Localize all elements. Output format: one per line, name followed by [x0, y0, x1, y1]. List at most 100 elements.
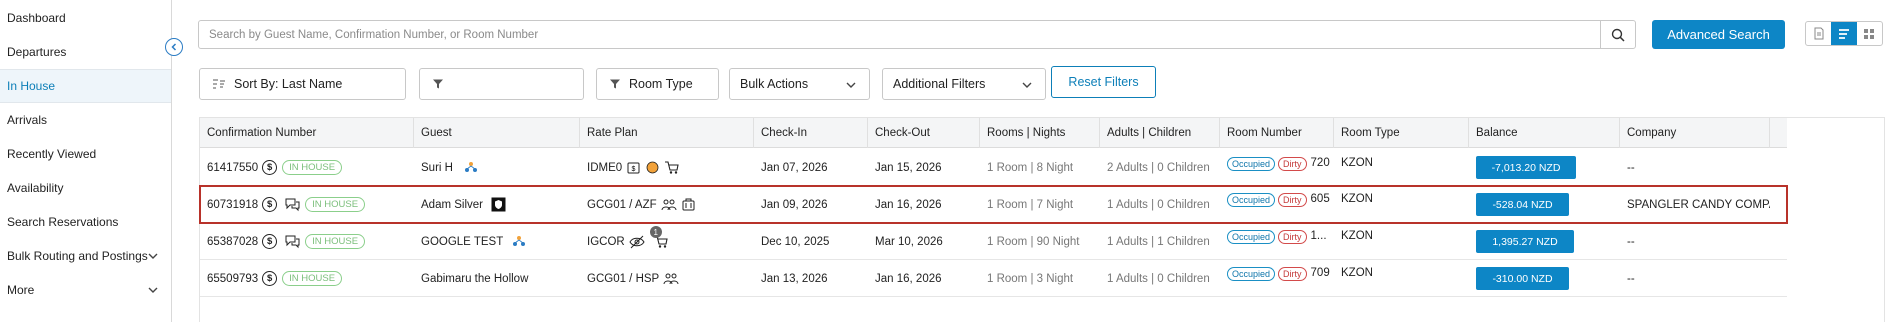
hidden-icon — [629, 235, 645, 248]
guest-name[interactable]: Suri H — [421, 162, 453, 174]
rate-plan-cell: GCG01 / AZF — [580, 186, 754, 223]
confirmation-cell: 65509793 $ IN HOUSE — [200, 260, 414, 297]
sort-label: Sort By: Last Name — [234, 77, 343, 91]
sidebar-item-label: In House — [7, 79, 56, 93]
company-cell: -- — [1627, 272, 1635, 285]
sidebar-item-availability[interactable]: Availability — [0, 171, 171, 205]
balance-badge[interactable]: -528.04 NZD — [1476, 193, 1569, 216]
adults-children-cell: 1 Adults | 0 Children — [1107, 272, 1210, 285]
rate-plan: IDME0 — [587, 161, 623, 174]
room-type-filter[interactable]: Room Type — [596, 68, 719, 100]
message-icon — [285, 198, 300, 211]
rooms-nights-cell: 1 Room | 3 Night — [987, 272, 1074, 285]
confirmation-number[interactable]: 61417550 — [207, 162, 258, 174]
room-type-cell: KZON — [1341, 230, 1373, 242]
filter-icon — [433, 79, 443, 89]
header-balance[interactable]: Balance — [1469, 118, 1620, 148]
sidebar-item-label: Availability — [7, 181, 64, 195]
sidebar-item-label: More — [7, 283, 35, 297]
status-badge: IN HOUSE — [305, 197, 366, 212]
cart-icon — [665, 161, 679, 174]
guest-name[interactable]: Gabimaru the Hollow — [421, 273, 528, 285]
sidebar-item-arrivals[interactable]: Arrivals — [0, 103, 171, 137]
rooms-nights-cell: 1 Room | 7 Night — [987, 198, 1074, 211]
room-number-cell: Occupied Dirty 720 — [1220, 149, 1334, 186]
sidebar-item-dashboard[interactable]: Dashboard — [0, 1, 171, 35]
sidebar-item-search-reservations[interactable]: Search Reservations — [0, 205, 171, 239]
balance-cell: 1,395.27 NZD — [1469, 223, 1620, 260]
search-button[interactable] — [1601, 21, 1635, 48]
guest-cell: Suri H — [414, 149, 580, 186]
grid-view-button[interactable] — [1857, 22, 1882, 45]
rate-plan-cell: IDME0 $ — [580, 149, 754, 186]
confirmation-cell: 60731918 $ IN HOUSE — [200, 186, 414, 223]
confirmation-number[interactable]: 65509793 — [207, 273, 258, 285]
table-row[interactable]: 65509793 $ IN HOUSE Gabimaru the Hollow … — [200, 260, 1787, 297]
rate-plan: GCG01 / HSP — [587, 272, 660, 285]
room-type-label: Room Type — [629, 77, 693, 91]
room-number: 1... — [1310, 230, 1327, 242]
sidebar-item-label: Dashboard — [7, 11, 66, 25]
header-check-out[interactable]: Check-Out — [868, 118, 980, 148]
confirmation-number[interactable]: 65387028 — [207, 236, 258, 248]
balance-badge[interactable]: -310.00 NZD — [1476, 267, 1569, 290]
list-view-button[interactable] — [1831, 22, 1857, 45]
header-room-type[interactable]: Room Type — [1334, 118, 1469, 148]
luggage-icon — [682, 198, 695, 211]
sidebar-item-label: Bulk Routing and Postings — [7, 249, 148, 263]
occupied-badge: Occupied — [1227, 157, 1276, 171]
sidebar-item-label: Departures — [7, 45, 67, 59]
rooms-nights-cell: 1 Room | 8 Night — [987, 161, 1074, 174]
svg-text:$: $ — [632, 166, 636, 173]
sidebar-item-departures[interactable]: Departures — [0, 35, 171, 69]
reset-filters-button[interactable]: Reset Filters — [1051, 66, 1156, 98]
confirmation-cell: 61417550 $ IN HOUSE — [200, 149, 414, 186]
table-row[interactable]: 65387028 $ IN HOUSE GOOGLE TEST IGCOR 1 … — [200, 223, 1787, 260]
document-icon — [1814, 27, 1824, 40]
guest-name[interactable]: GOOGLE TEST — [421, 236, 503, 248]
header-company[interactable]: Company — [1620, 118, 1770, 148]
list-view-icon — [1838, 28, 1849, 39]
header-rooms-nights[interactable]: Rooms | Nights — [980, 118, 1100, 148]
message-icon — [285, 235, 300, 248]
header-room-number[interactable]: Room Number — [1220, 118, 1334, 148]
confirmation-number[interactable]: 60731918 — [207, 199, 258, 211]
company-cell: -- — [1627, 161, 1635, 174]
header-guest[interactable]: Guest — [414, 118, 580, 148]
room-number-cell: Occupied Dirty 605 — [1220, 186, 1334, 223]
balance-badge[interactable]: -7,013.20 NZD — [1476, 156, 1576, 179]
header-check-in[interactable]: Check-In — [754, 118, 868, 148]
table-row[interactable]: 61417550 $ IN HOUSE Suri H IDME0 $ Jan 0… — [200, 149, 1787, 186]
dirty-badge: Dirty — [1278, 157, 1307, 171]
guest-name[interactable]: Adam Silver — [421, 199, 483, 211]
document-view-button[interactable] — [1806, 22, 1831, 45]
sidebar-item-recently-viewed[interactable]: Recently Viewed — [0, 137, 171, 171]
sidebar-collapse-button[interactable] — [165, 38, 183, 56]
bulk-actions-select[interactable]: Bulk Actions — [729, 68, 870, 100]
sidebar-item-bulk-routing[interactable]: Bulk Routing and Postings — [0, 239, 171, 273]
table-row-selected[interactable]: 60731918 $ IN HOUSE Adam Silver GCG01 / … — [199, 185, 1788, 224]
people-icon — [661, 199, 677, 210]
chevron-down-icon — [1022, 82, 1032, 88]
header-confirmation[interactable]: Confirmation Number — [200, 118, 414, 148]
filter-input[interactable] — [419, 68, 584, 100]
additional-filters-label: Additional Filters — [893, 77, 986, 91]
room-number-cell: Occupied Dirty 1... — [1220, 223, 1334, 260]
sort-select[interactable]: Sort By: Last Name — [199, 68, 406, 100]
search-input[interactable] — [199, 21, 1600, 48]
header-adults-children[interactable]: Adults | Children — [1100, 118, 1220, 148]
rate-plan: IGCOR — [587, 235, 625, 248]
company-cell: SPANGLER CANDY COMPANY — [1627, 198, 1770, 211]
sidebar-item-more[interactable]: More — [0, 273, 171, 307]
occupied-badge: Occupied — [1227, 230, 1276, 244]
balance-badge[interactable]: 1,395.27 NZD — [1476, 230, 1574, 253]
confirmation-cell: 65387028 $ IN HOUSE — [200, 223, 414, 260]
advanced-search-button[interactable]: Advanced Search — [1652, 20, 1785, 49]
filter-icon — [610, 79, 620, 89]
status-badge: IN HOUSE — [305, 234, 366, 249]
sidebar-item-in-house[interactable]: In House — [0, 69, 171, 103]
additional-filters-select[interactable]: Additional Filters — [882, 68, 1046, 100]
group-icon — [464, 161, 477, 172]
header-rate-plan[interactable]: Rate Plan — [580, 118, 754, 148]
check-out-cell: Jan 15, 2026 — [875, 161, 942, 174]
